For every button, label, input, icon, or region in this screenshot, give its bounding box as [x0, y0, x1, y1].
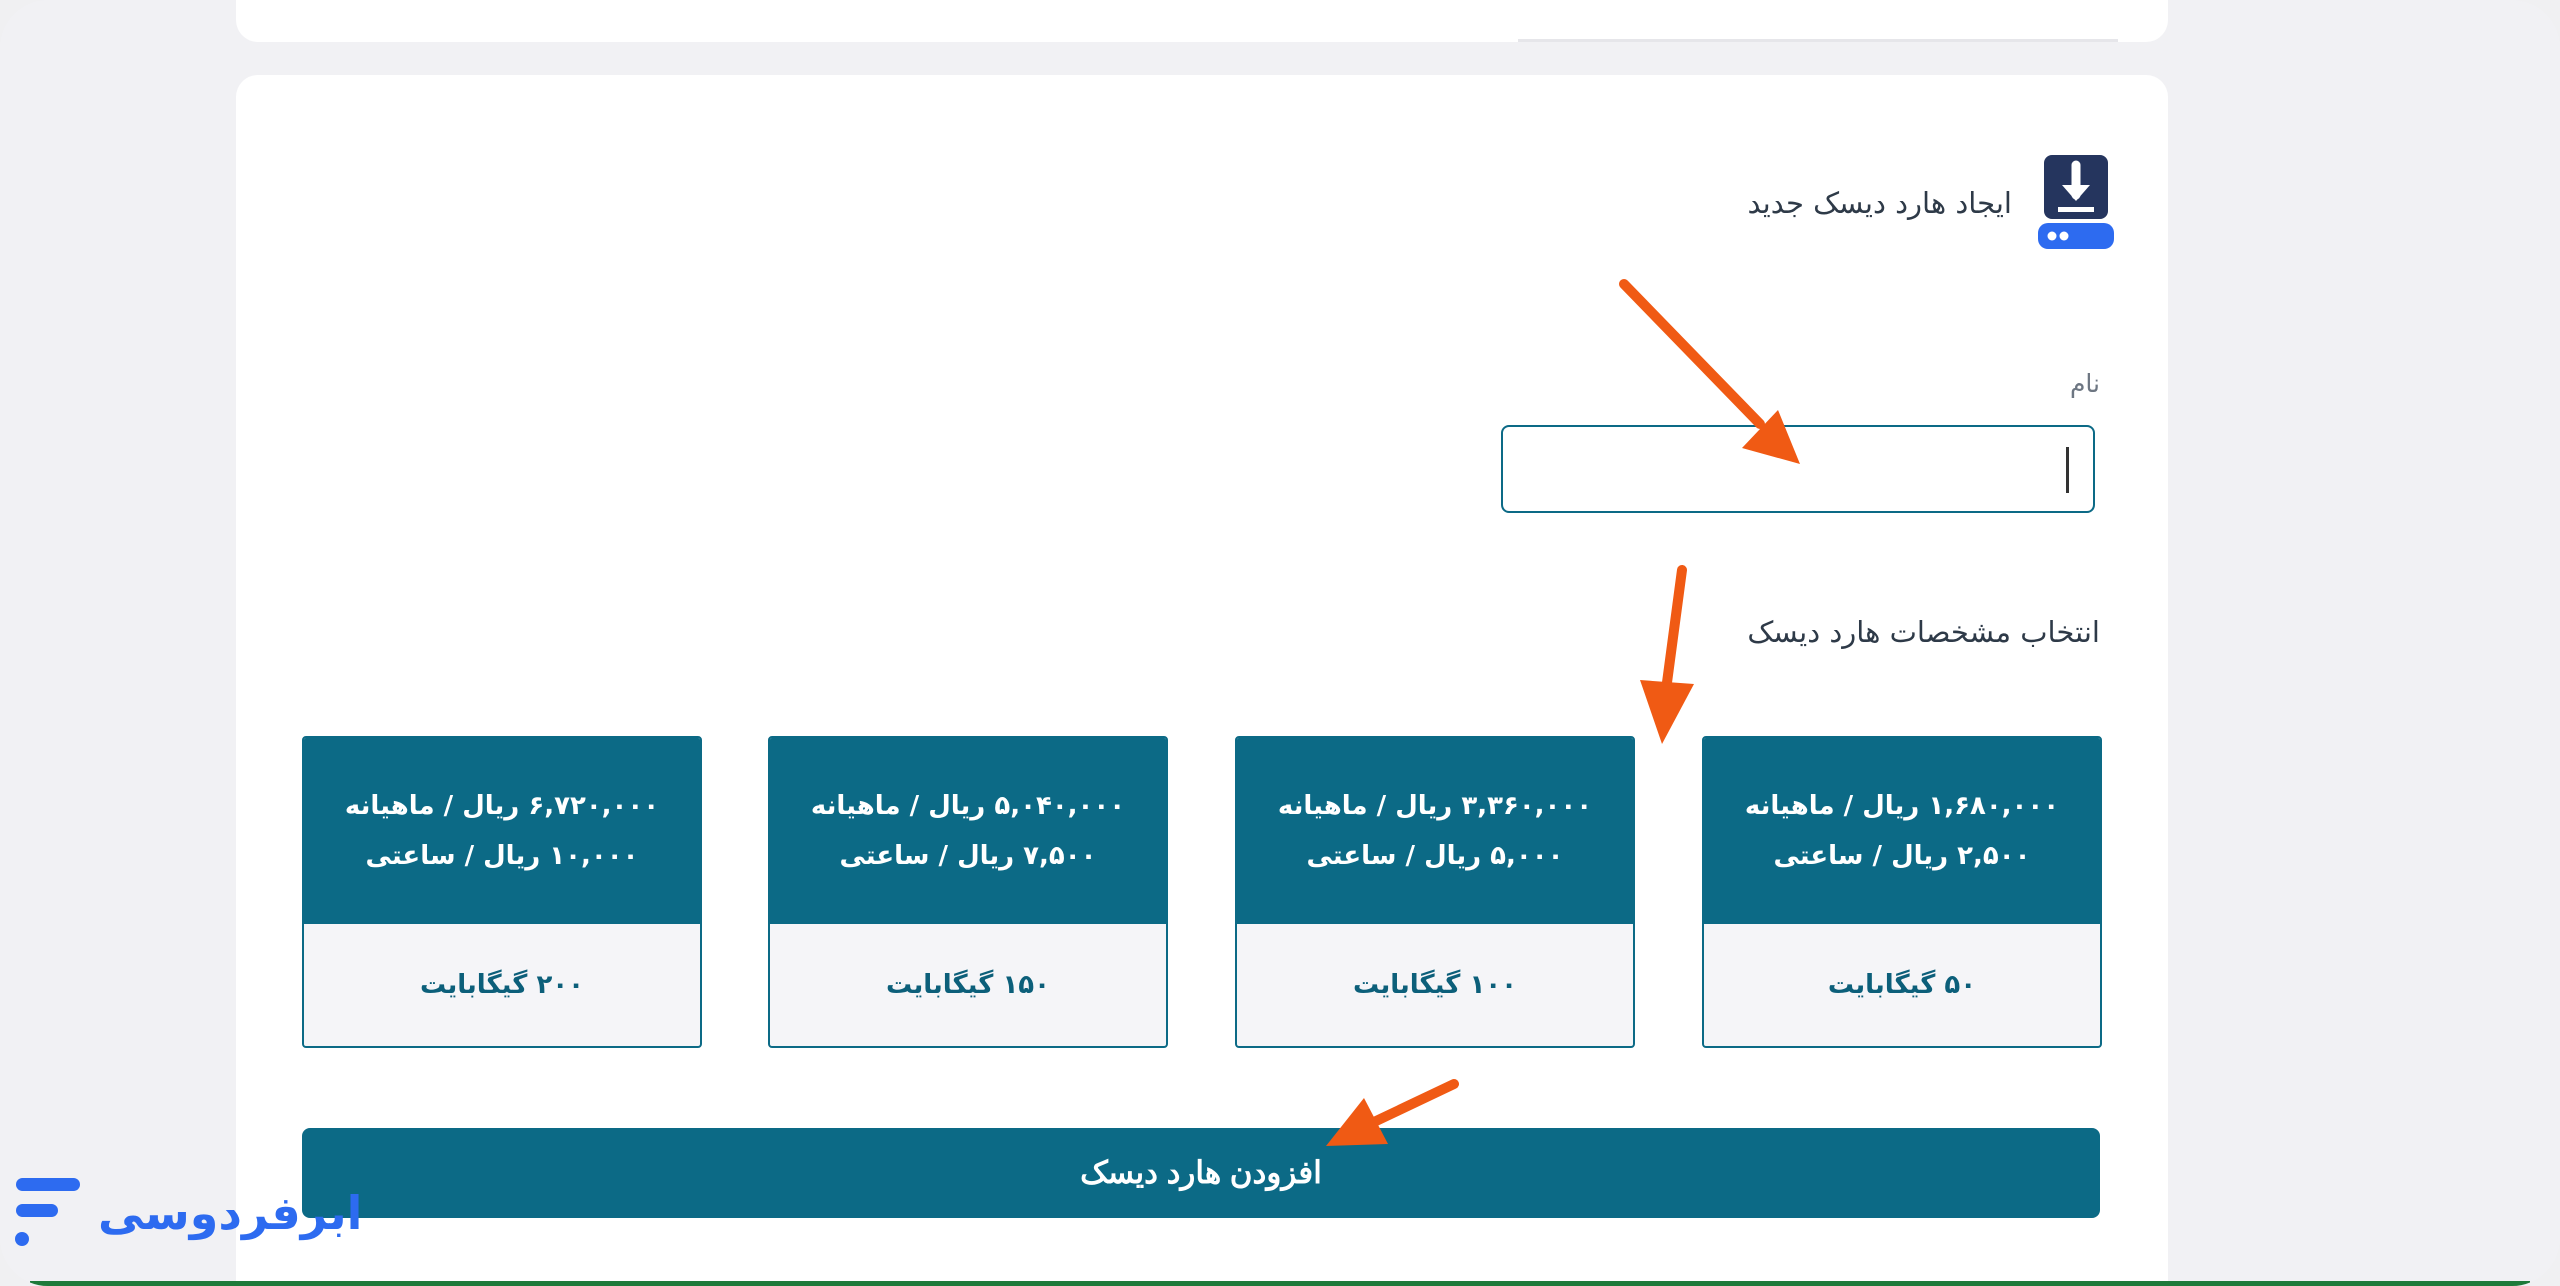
plan-price-panel: ۳,۳۶۰,۰۰۰ ریال / ماهیانه ۵,۰۰۰ ریال / سا…: [1237, 738, 1633, 924]
brand-name: ابرفردوسی: [98, 1186, 363, 1240]
plan-price-panel: ۱,۶۸۰,۰۰۰ ریال / ماهیانه ۲,۵۰۰ ریال / سا…: [1704, 738, 2100, 924]
plan-card-200gb[interactable]: ۶,۷۲۰,۰۰۰ ریال / ماهیانه ۱۰,۰۰۰ ریال / س…: [302, 736, 702, 1048]
spec-section-label: انتخاب مشخصات هارد دیسک: [1747, 615, 2100, 649]
plan-price-panel: ۶,۷۲۰,۰۰۰ ریال / ماهیانه ۱۰,۰۰۰ ریال / س…: [304, 738, 700, 924]
plan-price-panel: ۵,۰۴۰,۰۰۰ ریال / ماهیانه ۷,۵۰۰ ریال / سا…: [770, 738, 1166, 924]
name-input[interactable]: [1501, 425, 2095, 513]
plan-size: ۵۰ گیگابایت: [1827, 970, 1977, 1000]
plan-monthly-price: ۶,۷۲۰,۰۰۰ ریال / ماهیانه: [344, 791, 660, 821]
plan-monthly-price: ۱,۶۸۰,۰۰۰ ریال / ماهیانه: [1744, 791, 2060, 821]
name-field-label: نام: [2069, 369, 2100, 398]
page-title: ایجاد هارد دیسک جدید: [1747, 186, 2012, 220]
brand-logo: ابرفردوسی: [12, 1178, 362, 1248]
disk-download-icon: [2038, 155, 2114, 249]
plan-hourly-price: ۷,۵۰۰ ریال / ساعتی: [839, 841, 1097, 871]
plan-hourly-price: ۱۰,۰۰۰ ریال / ساعتی: [365, 841, 639, 871]
add-disk-button[interactable]: افزودن هارد دیسک: [302, 1128, 2100, 1218]
app-frame: ایجاد هارد دیسک جدید نام انتخاب مشخصات ه…: [0, 0, 2560, 1286]
text-caret: [2066, 447, 2069, 493]
plan-size: ۲۰۰ گیگابایت: [419, 970, 585, 1000]
plan-monthly-price: ۵,۰۴۰,۰۰۰ ریال / ماهیانه: [810, 791, 1126, 821]
brand-icon: [15, 1178, 80, 1246]
plan-card-100gb[interactable]: ۳,۳۶۰,۰۰۰ ریال / ماهیانه ۵,۰۰۰ ریال / سا…: [1235, 736, 1635, 1048]
plan-size: ۱۰۰ گیگابایت: [1352, 970, 1518, 1000]
plan-size: ۱۵۰ گیگابایت: [885, 970, 1051, 1000]
bottom-border: [30, 1281, 2530, 1286]
create-disk-card: ایجاد هارد دیسک جدید نام انتخاب مشخصات ه…: [236, 75, 2168, 1286]
previous-section-card: [236, 0, 2168, 42]
section-header: ایجاد هارد دیسک جدید: [1747, 155, 2114, 251]
divider: [1518, 39, 2118, 42]
plan-hourly-price: ۲,۵۰۰ ریال / ساعتی: [1773, 841, 2031, 871]
plan-monthly-price: ۳,۳۶۰,۰۰۰ ریال / ماهیانه: [1277, 791, 1593, 821]
plan-hourly-price: ۵,۰۰۰ ریال / ساعتی: [1306, 841, 1564, 871]
plan-card-150gb[interactable]: ۵,۰۴۰,۰۰۰ ریال / ماهیانه ۷,۵۰۰ ریال / سا…: [768, 736, 1168, 1048]
plan-card-50gb[interactable]: ۱,۶۸۰,۰۰۰ ریال / ماهیانه ۲,۵۰۰ ریال / سا…: [1702, 736, 2102, 1048]
